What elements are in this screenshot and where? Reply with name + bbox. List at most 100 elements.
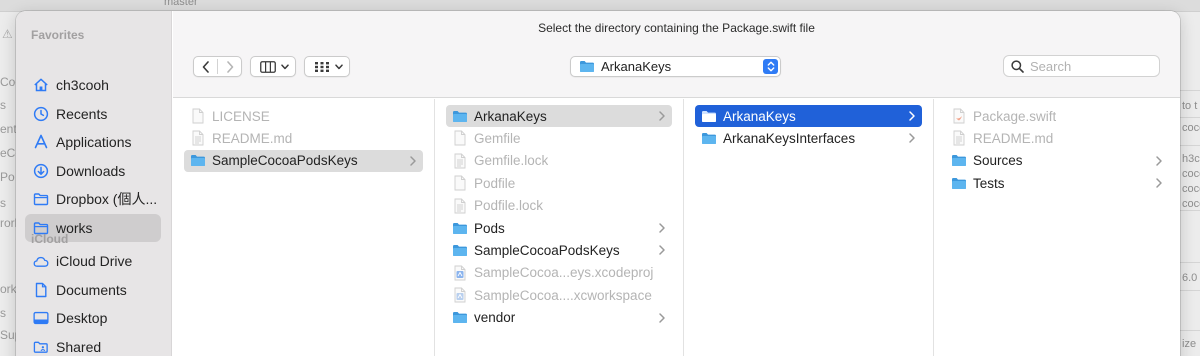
search-input[interactable]	[1030, 58, 1145, 74]
sidebar-item-label: Applications	[56, 134, 132, 150]
current-directory-label: ArkanaKeys	[601, 59, 672, 74]
browser-column: ArkanaKeys Gemfile Gemfile.lock Podfile Podf…	[435, 99, 684, 356]
sidebar-item-dropbox[interactable]: Dropbox (個人...	[25, 185, 161, 213]
row-label: Podfile.lock	[474, 198, 544, 214]
row-label: Tests	[973, 175, 1005, 191]
warning-icon: ⚠	[2, 27, 13, 41]
browser-column: LICENSE README.md SampleCocoaPodsKeys	[173, 99, 435, 356]
folder-icon	[701, 108, 717, 124]
folder-row[interactable]: ArkanaKeys	[695, 105, 922, 127]
sidebar-item-documents[interactable]: Documents	[25, 276, 161, 304]
folder-row[interactable]: ArkanaKeysInterfaces	[695, 127, 922, 149]
row-label: vendor	[474, 310, 516, 326]
sidebar-section-favorites: Favorites	[31, 28, 85, 42]
download-icon	[33, 163, 49, 179]
row-label: SampleCocoa....xcworkspace	[474, 287, 652, 303]
file-row: SampleCocoa...eys.xcodeproj	[446, 262, 672, 284]
background-text-fragment: eCo	[0, 146, 16, 160]
file-row: Podfile.lock	[446, 195, 672, 217]
group-by-button[interactable]	[304, 56, 350, 77]
background-divider	[1180, 117, 1200, 118]
sidebar-item-shared[interactable]: Shared	[25, 333, 161, 356]
row-label: Gemfile.lock	[474, 153, 549, 169]
search-icon	[1011, 59, 1024, 73]
file-row: LICENSE	[184, 105, 423, 127]
back-button[interactable]	[194, 57, 217, 76]
row-label: SampleCocoaPodsKeys	[212, 153, 358, 169]
sidebar-item-downloads[interactable]: Downloads	[25, 157, 161, 185]
dialog-header: Select the directory containing the Pack…	[173, 11, 1180, 98]
sidebar-item-label: Downloads	[56, 162, 126, 179]
chevron-down-icon	[335, 63, 343, 69]
shared-folder-icon	[33, 339, 49, 355]
row-label: LICENSE	[212, 108, 270, 124]
sidebar-item-desktop[interactable]: Desktop	[25, 304, 161, 332]
folder-row[interactable]: ArkanaKeys	[446, 105, 672, 127]
directory-popup-button[interactable]: ArkanaKeys	[570, 56, 781, 77]
chevron-right-icon	[226, 60, 233, 73]
columns-view-icon	[260, 60, 276, 73]
background-divider	[1180, 210, 1200, 211]
folder-row[interactable]: SampleCocoaPodsKeys	[446, 239, 672, 261]
folder-icon	[190, 153, 206, 169]
applications-icon	[33, 134, 49, 150]
folder-row[interactable]: SampleCocoaPodsKeys	[184, 149, 423, 172]
navigation-buttons	[193, 56, 242, 77]
sidebar-item-label: Shared	[56, 338, 102, 355]
folder-row[interactable]: Tests	[945, 172, 1169, 194]
doc-file-icon	[452, 153, 468, 169]
row-label: README.md	[973, 130, 1054, 146]
home-icon	[33, 77, 49, 93]
xcodeproj-file-icon	[452, 265, 468, 281]
view-mode-button[interactable]	[250, 56, 296, 77]
background-text-fragment: s	[0, 196, 6, 210]
background-text-fragment: Sup	[0, 328, 16, 342]
row-label: ArkanaKeys	[474, 108, 547, 124]
browser-column: Package.swift README.md Sources Tests	[934, 99, 1180, 356]
background-text-fragment: coco	[1182, 168, 1200, 180]
sidebar-item-label: Dropbox (個人...	[56, 191, 158, 207]
folder-icon	[951, 153, 967, 169]
forward-button[interactable]	[218, 57, 241, 76]
chevron-down-icon	[281, 63, 289, 69]
sidebar-item-label: Desktop	[56, 310, 108, 326]
sidebar-item-label: ch3cooh	[56, 77, 109, 93]
cloud-icon	[33, 253, 49, 269]
file-row: Gemfile.lock	[446, 150, 672, 172]
folder-row[interactable]: Sources	[945, 150, 1169, 172]
sidebar-item-label: Recents	[56, 105, 108, 122]
sidebar-item-ch3cooh[interactable]: ch3cooh	[25, 71, 161, 99]
folder-icon	[33, 191, 49, 207]
file-row: SampleCocoa....xcworkspace	[446, 284, 672, 306]
file-row: Package.swift	[945, 105, 1169, 127]
row-label: Gemfile	[474, 130, 521, 146]
dialog-title: Select the directory containing the Pack…	[538, 21, 815, 35]
background-text-fragment: coco	[1182, 122, 1200, 134]
background-text-fragment: coco	[1182, 198, 1200, 210]
folder-row[interactable]: Pods	[446, 217, 672, 239]
document-icon	[33, 282, 49, 298]
open-directory-dialog: Favorites ch3cooh Recents Applications Down…	[16, 11, 1180, 356]
folder-icon	[951, 175, 967, 191]
sidebar-item-applications[interactable]: Applications	[25, 128, 161, 156]
background-divider	[1180, 330, 1200, 331]
background-divider	[1180, 290, 1200, 291]
background-divider	[1180, 145, 1200, 146]
folder-icon	[452, 242, 468, 258]
row-label: README.md	[212, 130, 293, 146]
background-branch-label: master	[164, 0, 198, 8]
background-text-fragment: s	[0, 98, 6, 112]
folder-row[interactable]: vendor	[446, 307, 672, 329]
folder-icon	[452, 220, 468, 236]
sidebar-item-icloud-drive[interactable]: iCloud Drive	[25, 247, 161, 275]
swift-file-icon	[951, 108, 967, 124]
sidebar-item-label: Documents	[56, 281, 127, 298]
row-label: SampleCocoa...eys.xcodeproj	[474, 265, 654, 281]
doc-file-icon	[951, 130, 967, 146]
background-divider	[1180, 90, 1200, 91]
search-field[interactable]	[1003, 55, 1160, 77]
row-label: ArkanaKeysInterfaces	[723, 130, 856, 146]
doc-file-icon	[190, 130, 206, 146]
xcworkspace-file-icon	[452, 287, 468, 303]
sidebar-item-recents[interactable]: Recents	[25, 100, 161, 128]
